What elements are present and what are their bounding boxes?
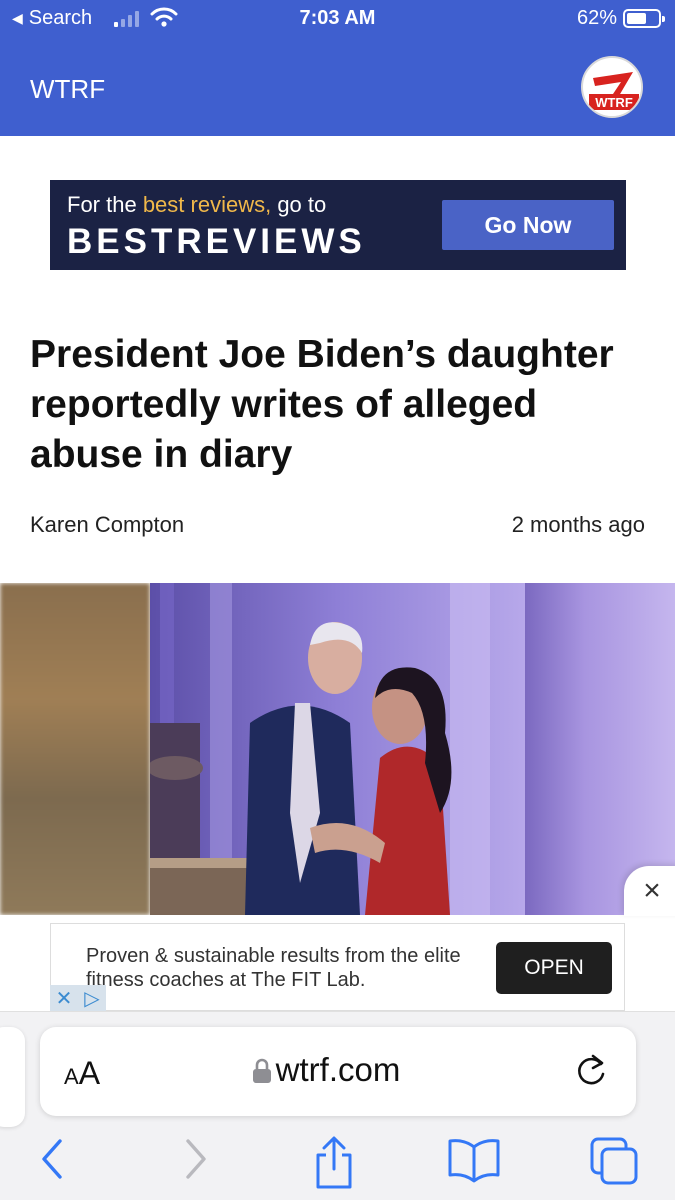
battery-icon	[623, 9, 665, 28]
article-author[interactable]: Karen Compton	[30, 512, 184, 538]
article-headline: President Joe Biden’s daughter reportedl…	[30, 333, 614, 476]
close-ad-button[interactable]: ×	[624, 866, 675, 916]
tabs-icon[interactable]	[588, 1135, 640, 1187]
browser-bottom-bar: AA wtrf.com	[0, 1011, 675, 1200]
status-bar: ◀ Search 7:03 AM 62%	[0, 0, 675, 38]
ad-brand: BESTREVIEWS	[67, 222, 366, 261]
url-text[interactable]: wtrf.com	[40, 1051, 636, 1089]
bestreviews-ad[interactable]: For the best reviews, go to BESTREVIEWS …	[50, 180, 626, 270]
site-title[interactable]: WTRF	[30, 74, 105, 105]
go-now-button[interactable]: Go Now	[442, 200, 614, 250]
open-ad-button[interactable]: OPEN	[496, 942, 612, 994]
fitlab-ad[interactable]: Proven & sustainable results from the el…	[50, 923, 625, 1011]
article-hero-image[interactable]	[0, 583, 675, 915]
previous-tab-preview[interactable]	[0, 1027, 25, 1127]
reload-icon[interactable]	[573, 1050, 609, 1090]
hero-photo	[150, 583, 525, 915]
close-icon: ×	[643, 874, 661, 907]
article-timestamp: 2 months ago	[511, 512, 645, 537]
ad-tagline: For the best reviews, go to	[67, 192, 327, 217]
station-logo[interactable]: WTRF	[581, 56, 643, 118]
bookmarks-icon[interactable]	[446, 1135, 502, 1183]
forward-icon[interactable]	[180, 1135, 212, 1183]
ad-close-x-icon[interactable]: ✕	[50, 985, 78, 1011]
clock: 7:03 AM	[299, 7, 376, 29]
adchoices-badge[interactable]: ✕ ▷	[50, 985, 106, 1011]
browser-toolbar	[0, 1127, 675, 1200]
share-icon[interactable]	[312, 1135, 356, 1191]
site-header: WTRF	[0, 38, 675, 136]
address-bar[interactable]: AA wtrf.com	[40, 1027, 636, 1116]
battery-percent: 62%	[576, 7, 617, 29]
ad-text: Proven & sustainable results from the el…	[86, 945, 461, 991]
svg-text:WTRF: WTRF	[595, 95, 633, 110]
adchoices-icon[interactable]: ▷	[78, 985, 106, 1011]
back-icon[interactable]	[36, 1135, 68, 1183]
hero-blur-left	[0, 583, 150, 915]
